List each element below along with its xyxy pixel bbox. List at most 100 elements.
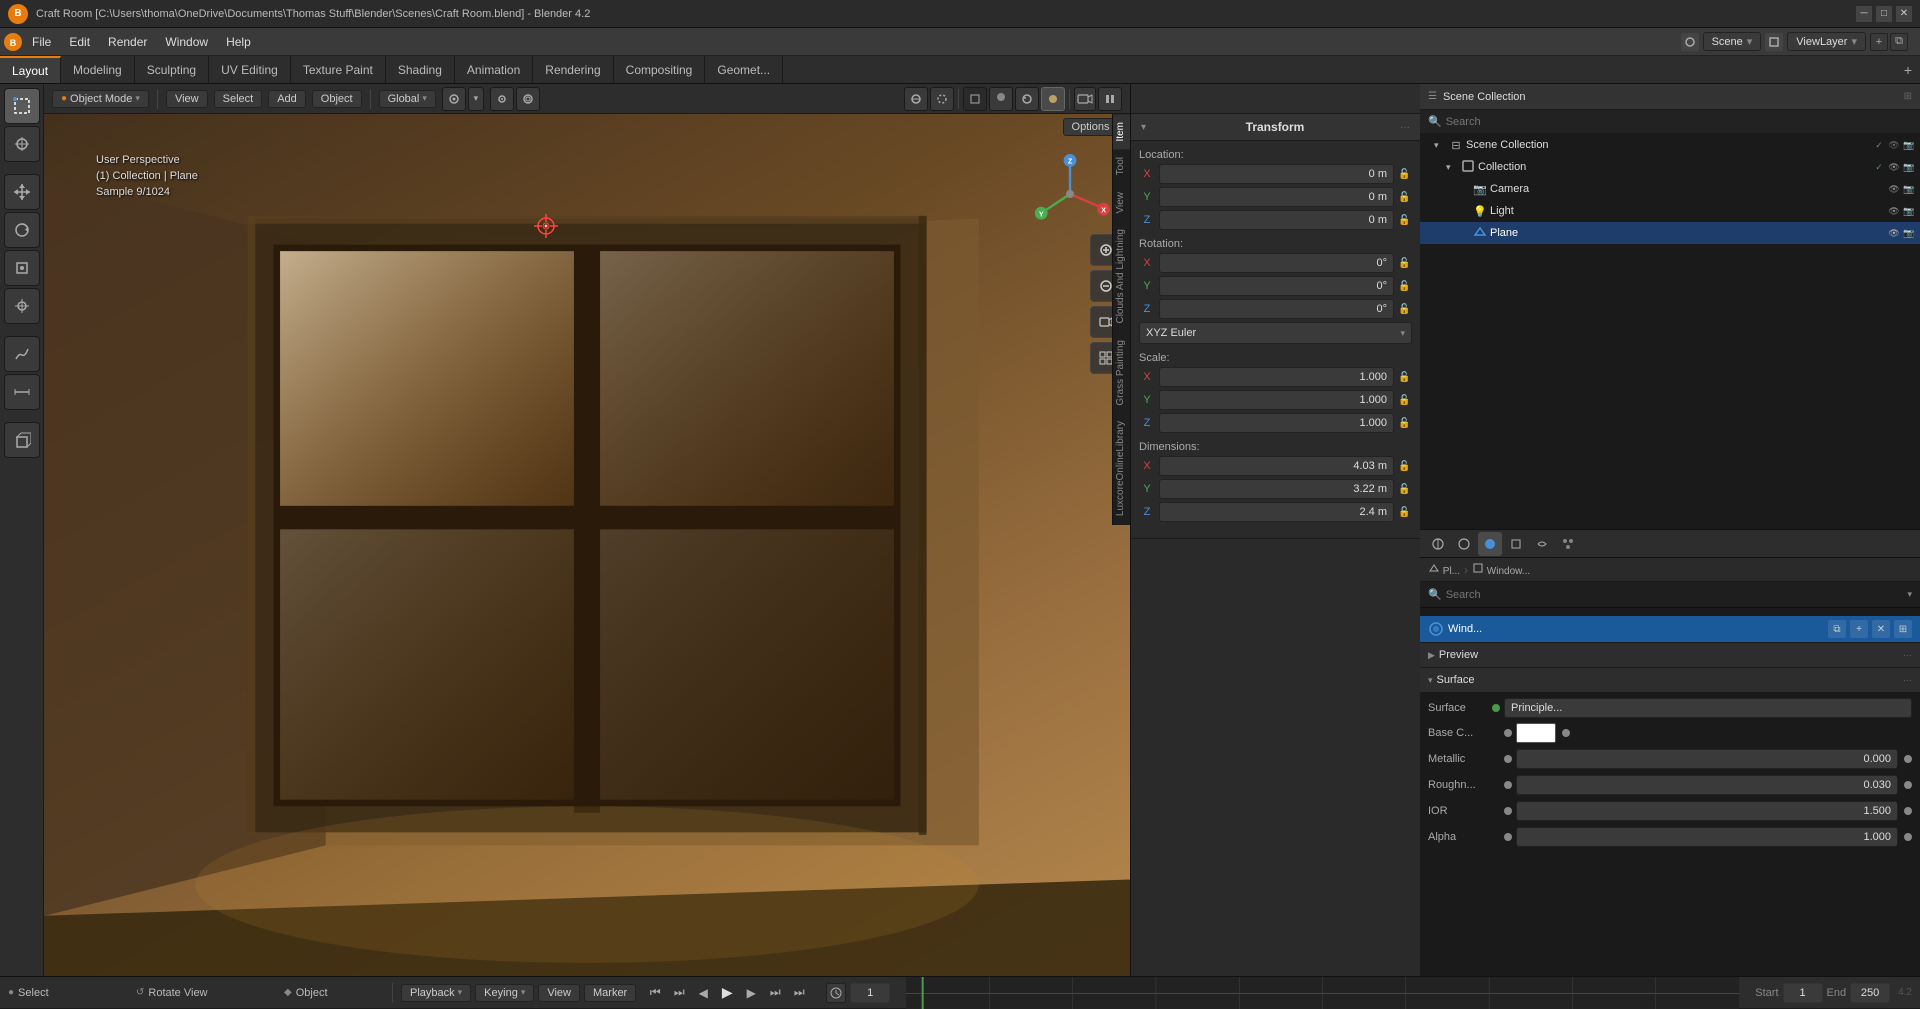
outliner-filter-icon[interactable]: ⊞: [1904, 91, 1912, 102]
pivot-btn[interactable]: [490, 87, 514, 111]
close-button[interactable]: ✕: [1896, 6, 1912, 22]
tool-cursor[interactable]: [4, 126, 40, 162]
proportional-btn[interactable]: [516, 87, 540, 111]
minimize-button[interactable]: ─: [1856, 6, 1872, 22]
maximize-button[interactable]: □: [1876, 6, 1892, 22]
surface-shader-selector[interactable]: Principle...: [1504, 698, 1912, 718]
tab-compositing[interactable]: Compositing: [614, 56, 706, 83]
navigation-gizmo[interactable]: Z X Y: [1030, 154, 1110, 234]
tab-sculpting[interactable]: Sculpting: [135, 56, 209, 83]
add-workspace-btn[interactable]: +: [1896, 56, 1920, 84]
add-menu[interactable]: Add: [268, 90, 306, 108]
transform-section-header[interactable]: ▾ Transform ···: [1131, 114, 1420, 141]
outliner-collection[interactable]: ▾ Collection ✓ 👁 📷: [1420, 156, 1920, 178]
menu-help[interactable]: Help: [218, 32, 259, 52]
view-dropdown[interactable]: View: [538, 984, 580, 1002]
tab-modeling[interactable]: Modeling: [61, 56, 135, 83]
menu-render[interactable]: Render: [100, 32, 155, 52]
alpha-input[interactable]: 1.000: [1516, 827, 1898, 847]
jump-end-btn[interactable]: ⏭: [788, 982, 810, 1004]
scale-z-input[interactable]: 1.000: [1159, 413, 1394, 433]
outliner-scene-collection[interactable]: ▾ ⊟ Scene Collection ✓ 👁 📷: [1420, 134, 1920, 156]
marker-dropdown[interactable]: Marker: [584, 984, 636, 1002]
timeline[interactable]: [906, 977, 1739, 1009]
dim-x-input[interactable]: 4.03 m: [1159, 456, 1394, 476]
tool-rotate[interactable]: [4, 212, 40, 248]
snap-btn[interactable]: [442, 87, 466, 111]
surface-options[interactable]: ···: [1903, 675, 1912, 685]
start-frame-input[interactable]: 1: [1783, 983, 1823, 1003]
tab-geometry[interactable]: Geomet...: [705, 56, 783, 83]
tool-add-cube[interactable]: [4, 422, 40, 458]
scale-z-lock[interactable]: 🔓: [1398, 418, 1412, 429]
sc-camera-icon[interactable]: 📷: [1902, 138, 1916, 152]
material-search-input[interactable]: [1446, 589, 1904, 601]
sc-eye-icon[interactable]: 👁: [1887, 138, 1901, 152]
scale-y-lock[interactable]: 🔓: [1398, 395, 1412, 406]
outliner-plane[interactable]: Plane 👁 📷: [1420, 222, 1920, 244]
rendered-shading-btn[interactable]: [1041, 87, 1065, 111]
outliner-search-input[interactable]: [1446, 116, 1912, 128]
viewport-overlays-btn[interactable]: [904, 87, 928, 111]
tool-tab[interactable]: Tool: [1113, 149, 1130, 183]
light-render-icon[interactable]: 📷: [1902, 204, 1916, 218]
rotation-x-input[interactable]: 0°: [1159, 253, 1394, 273]
scene-selector[interactable]: Scene ▾: [1703, 32, 1762, 51]
menu-edit[interactable]: Edit: [61, 32, 98, 52]
props-tab-constraint[interactable]: [1530, 532, 1554, 556]
solid-shading-btn[interactable]: [989, 87, 1013, 111]
jump-start-btn[interactable]: ⏮: [644, 982, 666, 1004]
rotation-y-lock[interactable]: 🔓: [1398, 281, 1412, 292]
viewport-bg[interactable]: User Perspective (1) Collection | Plane …: [44, 114, 1130, 976]
material-shading-btn[interactable]: [1015, 87, 1039, 111]
breadcrumb-plane[interactable]: Pl...: [1428, 562, 1460, 577]
next-frame-btn[interactable]: ▶: [740, 982, 762, 1004]
location-x-lock[interactable]: 🔓: [1398, 169, 1412, 180]
menu-file[interactable]: File: [24, 32, 59, 52]
col-eye-icon[interactable]: 👁: [1887, 160, 1901, 174]
tool-scale[interactable]: [4, 250, 40, 286]
rotation-z-lock[interactable]: 🔓: [1398, 304, 1412, 315]
props-tab-scene[interactable]: [1452, 532, 1476, 556]
rotation-y-input[interactable]: 0°: [1159, 276, 1394, 296]
current-frame-input[interactable]: 1: [850, 983, 890, 1003]
play-btn[interactable]: ▶: [716, 982, 738, 1004]
view-tab[interactable]: View: [1113, 184, 1130, 222]
location-z-lock[interactable]: 🔓: [1398, 215, 1412, 226]
object-menu[interactable]: Object: [312, 90, 362, 108]
tab-shading[interactable]: Shading: [386, 56, 455, 83]
dim-y-lock[interactable]: 🔓: [1398, 484, 1412, 495]
metallic-input[interactable]: 0.000: [1516, 749, 1898, 769]
props-tab-object[interactable]: [1504, 532, 1528, 556]
tab-rendering[interactable]: Rendering: [533, 56, 613, 83]
col-camera-icon[interactable]: 📷: [1902, 160, 1916, 174]
tool-transform[interactable]: [4, 288, 40, 324]
copy-scene-btn[interactable]: ⧉: [1890, 33, 1908, 51]
location-x-input[interactable]: 0 m: [1159, 164, 1394, 184]
grass-tab[interactable]: Grass Painting: [1113, 332, 1130, 414]
rotation-mode-dropdown[interactable]: XYZ Euler ▾: [1139, 322, 1412, 344]
blender-icon[interactable]: B: [4, 33, 22, 51]
mat-remove-btn[interactable]: ✕: [1872, 620, 1890, 638]
viewport-camera-btn[interactable]: [1074, 87, 1096, 111]
tool-select-box[interactable]: [4, 88, 40, 124]
props-tab-render[interactable]: [1426, 532, 1450, 556]
mat-menu-btn[interactable]: ⊞: [1894, 620, 1912, 638]
viewlayer-selector[interactable]: ViewLayer ▾: [1787, 32, 1866, 51]
ior-input[interactable]: 1.500: [1516, 801, 1898, 821]
props-tab-material[interactable]: [1478, 532, 1502, 556]
roughness-input[interactable]: 0.030: [1516, 775, 1898, 795]
tab-animation[interactable]: Animation: [455, 56, 533, 83]
dim-x-lock[interactable]: 🔓: [1398, 461, 1412, 472]
transform-options[interactable]: ···: [1400, 122, 1410, 133]
props-tab-particles[interactable]: [1556, 532, 1580, 556]
tab-uv-editing[interactable]: UV Editing: [209, 56, 291, 83]
tab-texture-paint[interactable]: Texture Paint: [291, 56, 386, 83]
rotation-x-lock[interactable]: 🔓: [1398, 258, 1412, 269]
next-keyframe-btn[interactable]: ⏭: [764, 982, 786, 1004]
viewport[interactable]: ● Object Mode ▾ View Select Add Object G…: [44, 84, 1130, 976]
new-scene-btn[interactable]: +: [1870, 33, 1888, 51]
prev-frame-btn[interactable]: ◀: [692, 982, 714, 1004]
dim-z-input[interactable]: 2.4 m: [1159, 502, 1394, 522]
wireframe-shading-btn[interactable]: [963, 87, 987, 111]
